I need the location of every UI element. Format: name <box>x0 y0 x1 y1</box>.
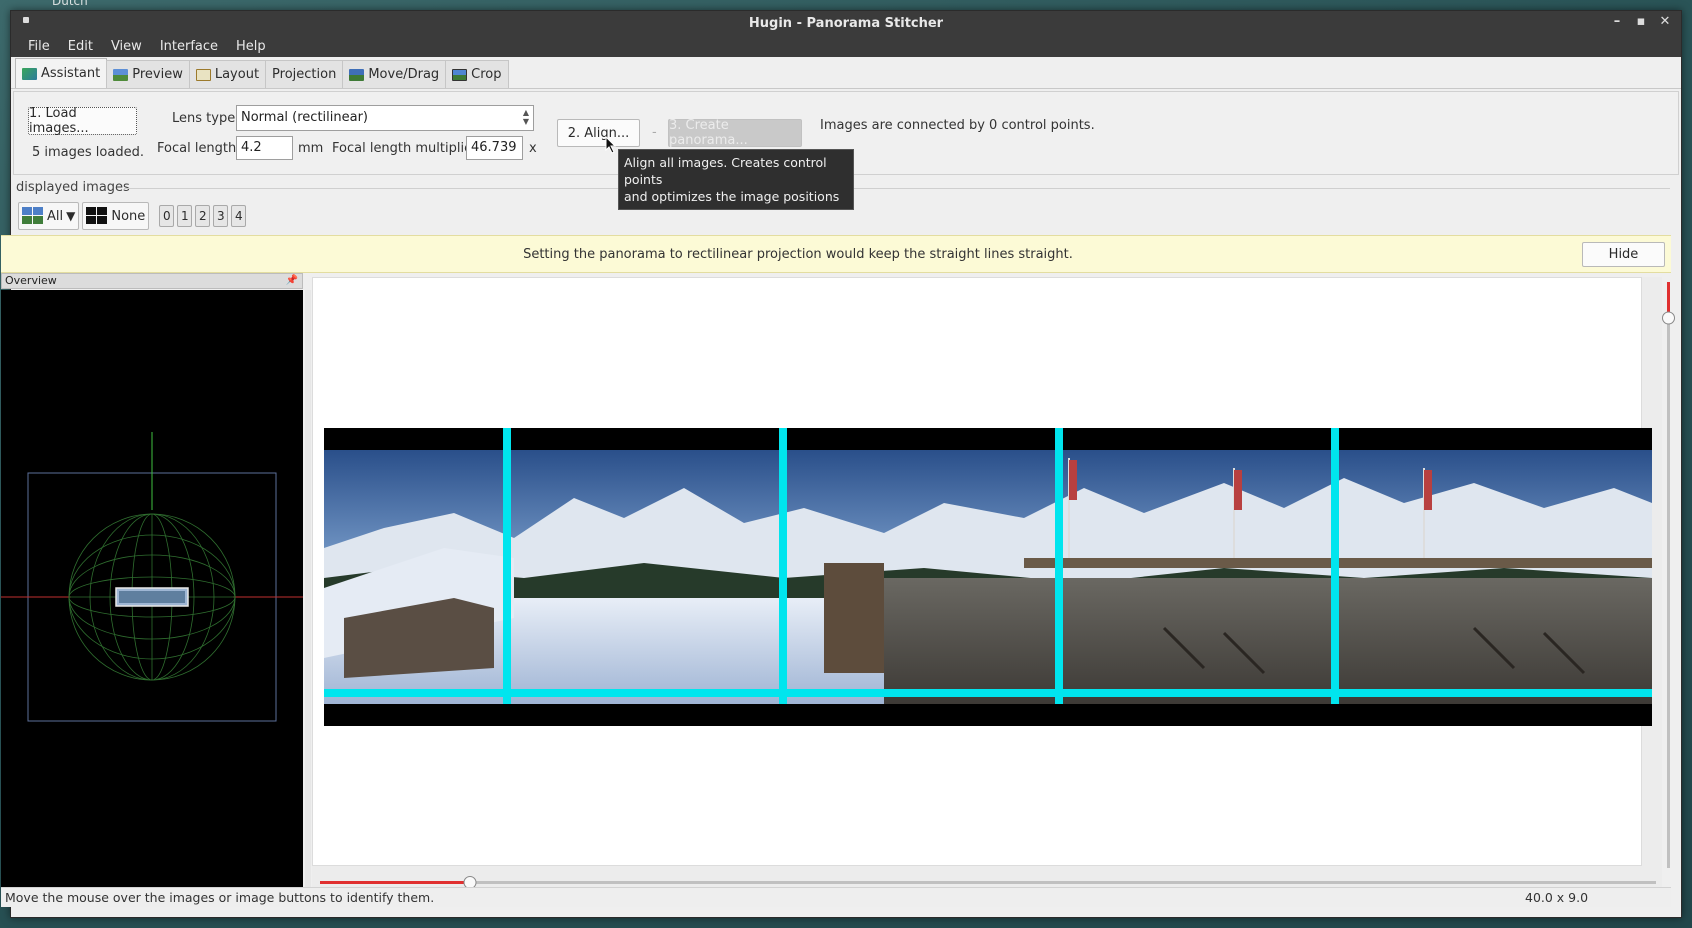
images-loaded-text: 5 images loaded. <box>32 145 144 160</box>
spin-arrows-icon: ▲ ▼ <box>522 108 529 126</box>
overview-title: Overview <box>5 274 57 287</box>
menu-bar: File Edit View Interface Help <box>11 35 1681 57</box>
image-toggle-3[interactable]: 3 <box>213 205 229 227</box>
status-fov: 40.0 x 9.0 <box>1525 890 1589 905</box>
tab-crop[interactable]: Crop <box>445 60 509 88</box>
tooltip-line-2: and optimizes the image positions <box>624 189 840 204</box>
image-toggle-1[interactable]: 1 <box>177 205 193 227</box>
lens-type-value: Normal (rectilinear) <box>241 110 368 125</box>
menu-view[interactable]: View <box>102 39 151 54</box>
close-icon[interactable]: ✕ <box>1659 14 1671 29</box>
menu-edit[interactable]: Edit <box>59 39 102 54</box>
control-points-status: Images are connected by 0 control points… <box>820 118 1095 133</box>
multiplier-unit: x <box>529 141 537 156</box>
status-hint: Move the mouse over the images or image … <box>5 890 435 905</box>
menu-interface[interactable]: Interface <box>151 39 227 54</box>
mouse-cursor-icon <box>605 136 617 154</box>
tab-move-drag[interactable]: Move/Drag <box>342 60 447 88</box>
tab-layout-label: Layout <box>214 67 260 82</box>
tab-bar: Assistant Preview Layout Projection Move… <box>11 58 1681 89</box>
image-toggle-0[interactable]: 0 <box>159 205 175 227</box>
tab-preview-label: Preview <box>132 67 183 82</box>
image-toggle-2[interactable]: 2 <box>195 205 211 227</box>
assistant-icon <box>22 67 37 80</box>
tab-projection[interactable]: Projection <box>265 60 344 88</box>
tab-crop-label: Crop <box>471 67 502 82</box>
vertical-fov-slider[interactable] <box>1662 282 1676 872</box>
menu-help[interactable]: Help <box>227 39 275 54</box>
tab-assistant-label: Assistant <box>41 66 101 81</box>
crop-icon <box>452 68 468 81</box>
tooltip-line-1: Align all images. Creates control points <box>624 155 827 187</box>
focal-length-label: Focal length: <box>157 141 241 156</box>
window-controls: – ▪ ✕ <box>1611 14 1671 29</box>
projection-info-bar: Setting the panorama to rectilinear proj… <box>1 235 1671 273</box>
all-images-icon <box>22 207 43 224</box>
lens-type-label: Lens type: <box>172 111 240 126</box>
show-all-button[interactable]: All ▼ <box>18 202 80 230</box>
layout-icon <box>195 68 211 81</box>
overview-sphere-view[interactable] <box>1 290 303 891</box>
show-none-button[interactable]: None <box>82 202 150 230</box>
preview-icon <box>113 68 129 81</box>
show-all-label: All <box>47 208 64 224</box>
move-drag-icon <box>349 68 365 81</box>
desktop-label: Dutch <box>52 0 88 8</box>
tab-move-drag-label: Move/Drag <box>368 67 440 82</box>
panorama-image[interactable] <box>324 428 1652 726</box>
info-bar-message: Setting the panorama to rectilinear proj… <box>523 247 1073 262</box>
lens-type-select[interactable]: Normal (rectilinear) ▲ ▼ <box>236 105 534 131</box>
overview-header: Overview 📌 <box>1 273 303 289</box>
dropdown-arrow-icon: ▼ <box>66 209 76 223</box>
window-menu-icon[interactable] <box>23 17 29 23</box>
align-button[interactable]: 2. Align... <box>557 119 640 147</box>
stitched-panorama <box>324 428 1652 704</box>
displayed-images-label: displayed images <box>16 180 130 195</box>
overview-panel[interactable] <box>1 290 303 891</box>
show-none-label: None <box>111 208 146 224</box>
panel-splitter[interactable] <box>305 290 311 891</box>
multiplier-label: Focal length multiplier: <box>332 141 482 156</box>
status-bar: Move the mouse over the images or image … <box>1 887 1671 907</box>
pin-icon[interactable]: 📌 <box>286 275 298 286</box>
no-images-icon <box>86 207 108 224</box>
menu-file[interactable]: File <box>19 39 59 54</box>
load-images-button[interactable]: 1. Load images... <box>28 106 137 136</box>
tab-preview[interactable]: Preview <box>106 60 190 88</box>
displayed-images-row: All ▼ None 0 1 2 3 4 <box>18 202 247 230</box>
focal-length-unit: mm <box>298 141 324 156</box>
image-toggle-4[interactable]: 4 <box>231 205 247 227</box>
create-panorama-button[interactable]: 3. Create panorama... <box>668 118 802 148</box>
tab-layout[interactable]: Layout <box>188 60 267 88</box>
step-separator: - <box>652 125 657 140</box>
tab-assistant[interactable]: Assistant <box>15 58 108 88</box>
title-bar[interactable]: Hugin - Panorama Stitcher – ▪ ✕ <box>11 11 1681 35</box>
multiplier-input[interactable]: 46.739 <box>466 136 523 160</box>
align-tooltip: Align all images. Creates control points… <box>618 149 854 210</box>
focal-length-input[interactable]: 4.2 <box>236 136 293 160</box>
window-title: Hugin - Panorama Stitcher <box>748 15 944 31</box>
hide-info-button[interactable]: Hide <box>1582 242 1665 267</box>
minimize-icon[interactable]: – <box>1611 14 1623 29</box>
tab-projection-label: Projection <box>272 67 337 82</box>
displayed-images-divider <box>124 188 1670 189</box>
maximize-icon[interactable]: ▪ <box>1635 14 1647 29</box>
